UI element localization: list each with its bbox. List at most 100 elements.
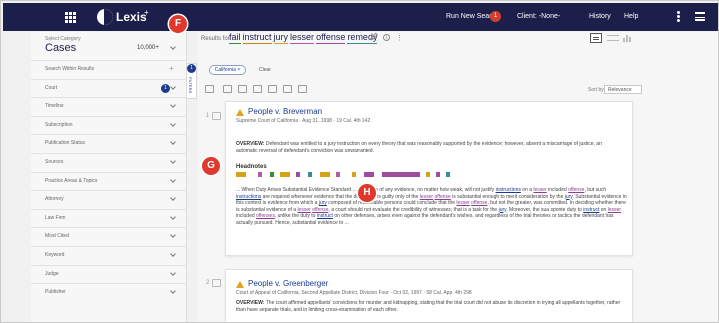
view-compact-icon[interactable] <box>607 35 619 41</box>
term-hit-marker[interactable] <box>364 172 374 177</box>
download-icon[interactable] <box>268 85 277 93</box>
menu-icon[interactable] <box>695 12 705 21</box>
filter-row[interactable]: Attorney <box>31 190 186 208</box>
term-hit-marker[interactable] <box>308 172 312 177</box>
highlighted-term: offense <box>471 200 488 206</box>
search-term[interactable]: instruct <box>242 32 272 44</box>
filter-row[interactable]: Subscription <box>31 115 186 134</box>
term-hit-marker[interactable] <box>436 172 440 177</box>
term-distribution-bar[interactable] <box>236 172 606 177</box>
jurisdiction-filter-chip[interactable]: California × <box>209 65 246 75</box>
document-checkbox-icon[interactable] <box>212 112 221 120</box>
select-all-checkbox-icon[interactable] <box>205 85 214 93</box>
info-icon[interactable]: i <box>383 34 390 41</box>
term-hit-marker[interactable] <box>446 172 450 177</box>
client-selector[interactable]: Client: -None- <box>517 13 560 20</box>
case-citation: Court of Appeal of California, Second Ap… <box>236 290 472 296</box>
screenshot-frame: Lexis + Run New Search 1 Client: -None- … <box>0 0 719 323</box>
filter-row[interactable]: Publication Status <box>31 134 186 152</box>
filter-row[interactable]: Timeline <box>31 97 186 115</box>
clear-filters-link[interactable]: Clear <box>259 67 271 73</box>
term-hit-marker[interactable] <box>426 172 430 177</box>
filter-label: Publisher <box>45 289 66 296</box>
term-hit-marker[interactable] <box>352 172 356 177</box>
term-hit-marker[interactable] <box>258 172 262 177</box>
folder-icon[interactable] <box>223 85 232 93</box>
highlighted-term: jury <box>564 193 573 200</box>
view-chart-icon[interactable] <box>623 34 633 42</box>
more-options-icon[interactable] <box>677 11 680 23</box>
highlighted-term: offense <box>568 187 585 193</box>
highlighted-term: lesser <box>533 187 547 193</box>
filter-label: Judge <box>45 270 59 277</box>
filter-row[interactable]: Keyword <box>31 246 186 264</box>
chevron-down-icon[interactable] <box>170 288 176 295</box>
save-icon[interactable] <box>283 85 292 93</box>
category-select[interactable]: Cases <box>45 42 76 54</box>
notification-badge: 1 <box>490 11 501 22</box>
case-title-link[interactable]: People v. Breverman <box>248 107 322 116</box>
print-icon[interactable] <box>238 85 247 93</box>
sort-select[interactable]: Relevance <box>604 85 642 94</box>
search-term[interactable]: jury <box>273 32 289 44</box>
chevron-down-icon[interactable] <box>170 120 176 127</box>
result-number: 2 <box>206 280 210 286</box>
chevron-down-icon[interactable] <box>170 195 176 202</box>
filter-label: Sources <box>45 159 64 165</box>
filter-label: Search Within Results <box>45 66 95 72</box>
chevron-down-icon[interactable] <box>170 251 176 257</box>
warning-signal-icon[interactable] <box>236 281 244 288</box>
chevron-down-icon[interactable] <box>170 232 176 239</box>
search-term[interactable]: fail <box>229 32 241 44</box>
search-term[interactable]: offense <box>316 32 346 44</box>
chevron-down-icon[interactable] <box>170 83 176 90</box>
term-hit-marker-active[interactable] <box>382 172 420 177</box>
filter-row[interactable]: Search Within Results + <box>31 60 186 78</box>
chevron-down-icon[interactable] <box>170 213 176 220</box>
sort-by-label: Sort by: <box>588 87 606 93</box>
chevron-down-icon[interactable] <box>170 269 176 276</box>
term-hit-marker[interactable] <box>296 172 300 177</box>
document-checkbox-icon[interactable] <box>212 279 221 287</box>
warning-signal-icon[interactable] <box>236 109 244 116</box>
share-icon[interactable] <box>298 85 307 93</box>
history-link[interactable]: History <box>589 13 611 20</box>
overview-label: OVERVIEW: <box>236 141 265 147</box>
chevron-down-icon[interactable] <box>170 139 176 146</box>
highlighted-term: offenses <box>256 213 275 219</box>
highlighted-term: lesser <box>607 206 622 213</box>
filters-count-badge: 1 <box>187 64 196 73</box>
annotation-marker-g: G <box>202 157 220 175</box>
filter-row[interactable]: Publisher <box>31 283 186 301</box>
view-list-icon[interactable] <box>590 33 602 43</box>
search-term[interactable]: lesser <box>290 32 315 44</box>
chevron-down-icon[interactable] <box>170 158 176 164</box>
term-hit-marker[interactable] <box>236 172 246 177</box>
term-hit-marker[interactable] <box>336 172 340 177</box>
chevron-down-icon[interactable] <box>170 176 176 183</box>
help-link[interactable]: Help <box>624 13 638 20</box>
category-count: 10,000+ <box>137 45 159 51</box>
term-hit-marker[interactable] <box>280 172 290 177</box>
chevron-down-icon[interactable] <box>170 44 176 50</box>
top-navigation-bar: Lexis + Run New Search 1 Client: -None- … <box>3 3 718 31</box>
filter-row[interactable]: Law Firm <box>31 208 186 227</box>
filter-row[interactable]: Judge <box>31 264 186 283</box>
filter-label: Keyword <box>45 252 65 258</box>
apps-grid-icon[interactable] <box>65 12 76 23</box>
filter-row[interactable]: Court 1 <box>31 78 186 97</box>
filter-row[interactable]: Practice Areas & Topics <box>31 171 186 190</box>
filter-row[interactable]: Sources <box>31 153 186 171</box>
result-card: People v. Breverman Supreme Court of Cal… <box>225 101 633 256</box>
case-overview: OVERVIEW: Defendant was entitled to a ju… <box>236 141 624 154</box>
email-icon[interactable] <box>253 85 262 93</box>
annotation-marker-h: H <box>358 184 376 202</box>
case-title-link[interactable]: People v. Greenberger <box>248 279 328 288</box>
headnotes-heading: Headnotes <box>236 164 267 170</box>
query-more-icon[interactable]: ⋮ <box>396 34 403 42</box>
term-hit-marker[interactable] <box>320 172 330 177</box>
chevron-down-icon[interactable] <box>170 102 176 109</box>
plus-icon[interactable]: + <box>169 64 174 73</box>
filter-row[interactable]: Most Cited <box>31 227 186 245</box>
term-hit-marker[interactable] <box>270 172 274 177</box>
